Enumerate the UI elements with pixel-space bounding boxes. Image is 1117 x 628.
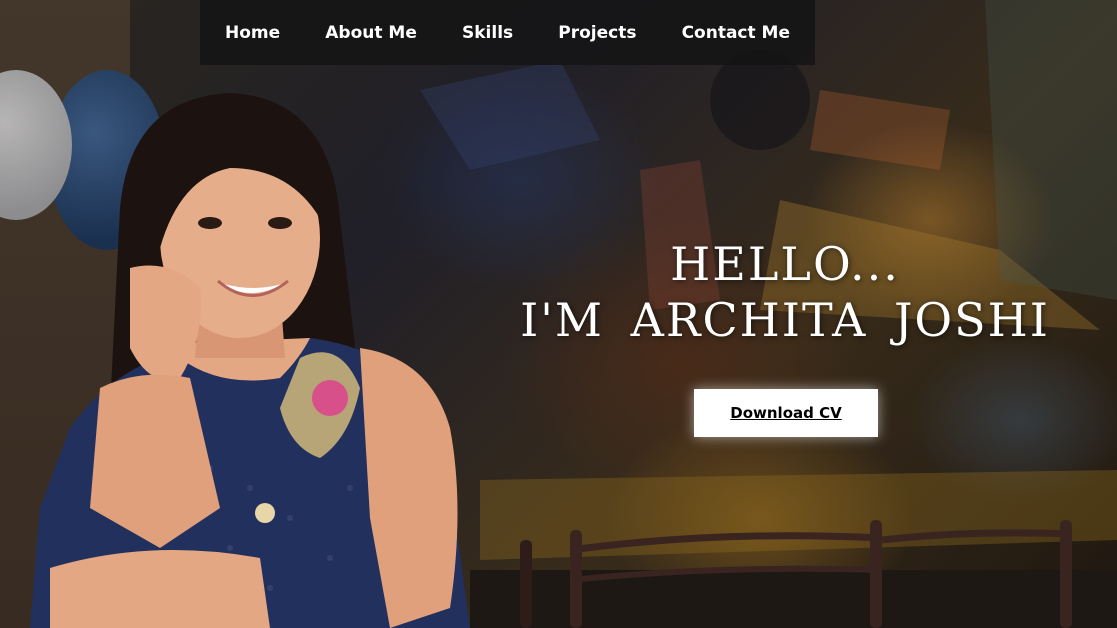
nav-home[interactable]: Home [225,23,280,43]
top-nav: Home About Me Skills Projects Contact Me [200,0,815,65]
nav-about-me[interactable]: About Me [325,23,417,43]
nav-projects[interactable]: Projects [558,23,636,43]
hero-section: Home About Me Skills Projects Contact Me… [0,0,1117,628]
hero-name: I'M ARCHITA JOSHI [520,293,1050,347]
chairs [470,520,1117,628]
download-cv-button[interactable]: Download CV [694,389,878,437]
nav-contact-me[interactable]: Contact Me [682,23,790,43]
portrait-photo [30,93,470,628]
hero-greeting: HELLO... [670,237,900,291]
hero-headline: HELLO... I'M ARCHITA JOSHI [470,236,1100,348]
nav-skills[interactable]: Skills [462,23,513,43]
